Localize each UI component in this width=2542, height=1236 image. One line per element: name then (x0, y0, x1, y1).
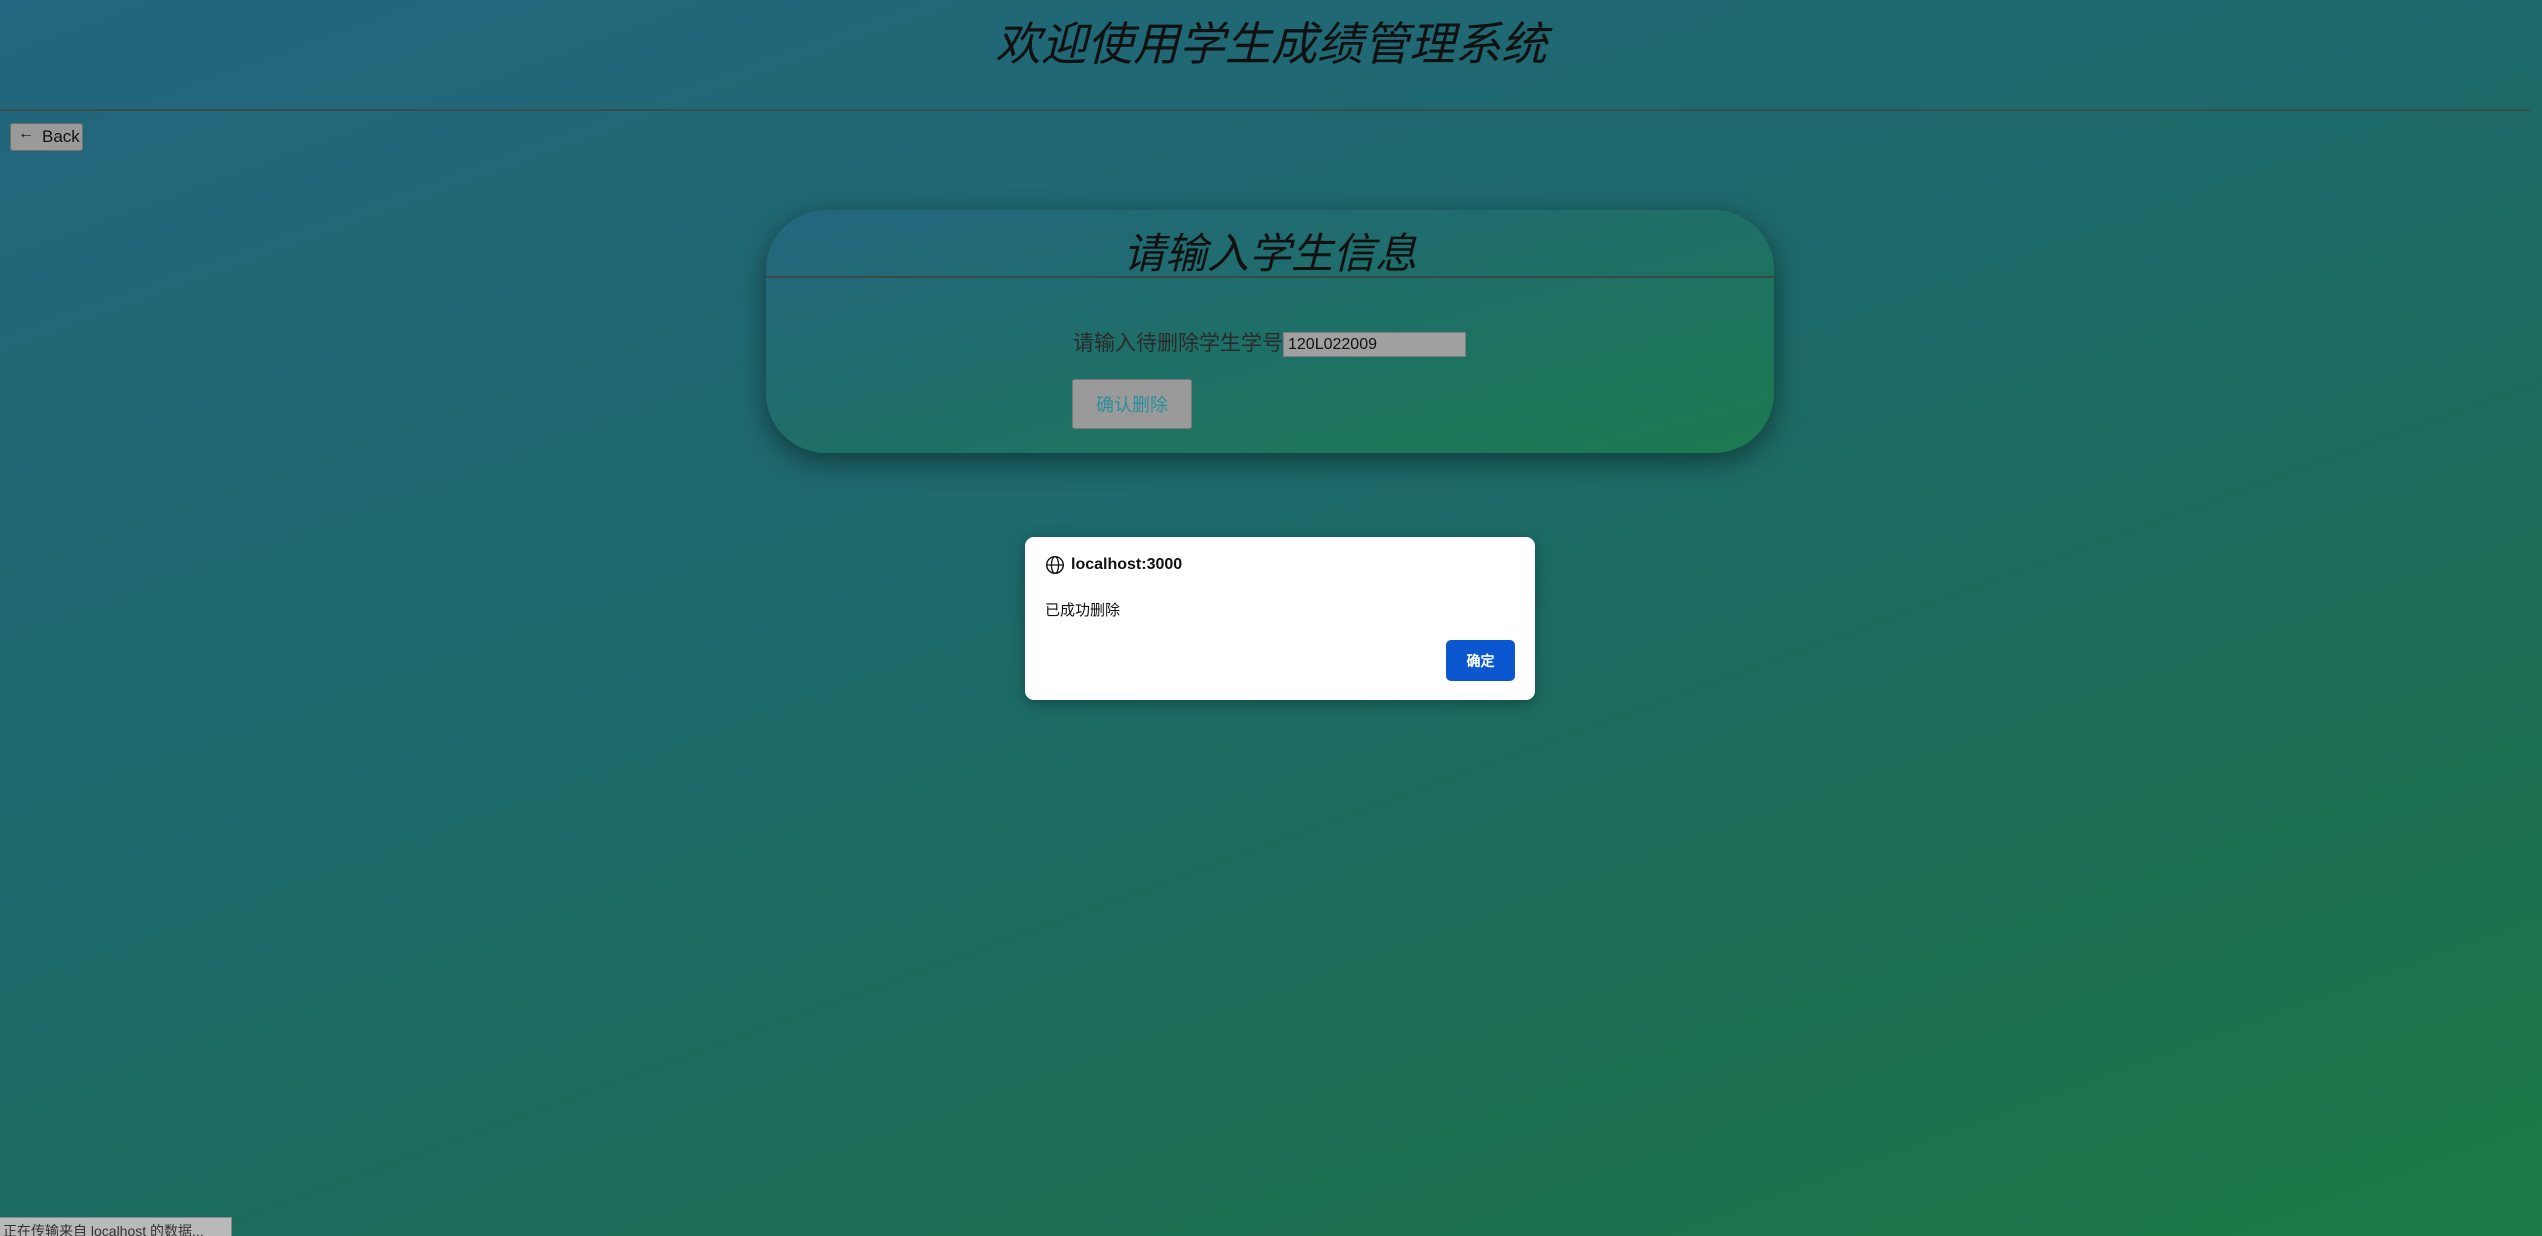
confirm-delete-button[interactable]: 确认删除 (1072, 379, 1192, 429)
dialog-origin: localhost:3000 (1071, 556, 1183, 573)
form-title: 请输入学生信息 (1122, 232, 1417, 278)
dialog-message: 已成功删除 (1045, 602, 1121, 619)
delete-student-form: 请输入学生信息 请输入待删除学生学号: 120L022009 确认删除 (766, 210, 1774, 453)
dialog-ok-button[interactable]: 确定 (1446, 640, 1515, 681)
student-id-input[interactable]: 120L022009 (1283, 332, 1466, 357)
arrow-left-icon: ← (18, 125, 34, 142)
back-button-label: Back (42, 127, 80, 146)
student-id-label: 请输入待删除学生学号: (1073, 331, 1289, 355)
page-header: 欢迎使用学生成绩管理系统 (0, 0, 2530, 111)
app-title: 欢迎使用学生成绩管理系统 (995, 19, 1547, 70)
status-bar: 正在传输来自 localhost 的数据... (0, 1217, 232, 1236)
alert-dialog: localhost:3000 已成功删除 确定 (1025, 537, 1535, 700)
back-button[interactable]: ← Back (10, 123, 83, 151)
globe-icon (1045, 555, 1065, 575)
dialog-header: localhost:3000 (1045, 555, 1182, 575)
header-divider (0, 109, 2530, 111)
form-divider (766, 276, 1774, 278)
